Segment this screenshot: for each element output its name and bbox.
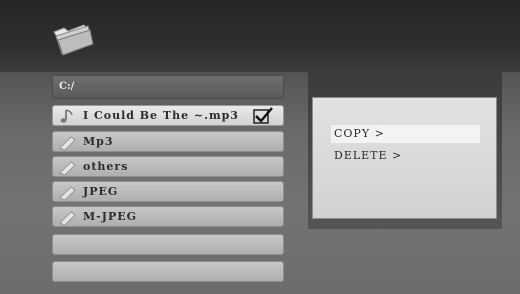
file-name: I Could Be The ~.mp3 [83, 109, 239, 122]
folder-row-others[interactable]: others [52, 156, 284, 177]
menu-item-copy[interactable]: COPY > [331, 125, 480, 143]
context-menu-panel: COPY > DELETE > [308, 72, 502, 229]
folder-icon [59, 211, 76, 226]
folder-row-mp3[interactable]: Mp3 [52, 131, 284, 152]
folder-name: others [83, 160, 129, 173]
checkmark-icon [253, 107, 273, 124]
folder-row-m-jpeg[interactable]: M-JPEG [52, 206, 284, 227]
folder-name: M-JPEG [83, 210, 137, 223]
folder-name: Mp3 [83, 135, 114, 148]
folder-row-jpeg[interactable]: JPEG [52, 181, 284, 202]
music-note-icon [60, 109, 73, 123]
folder-icon [53, 24, 94, 56]
file-browser: C:/ I Could Be The ~.mp3 Mp3 others JPEG [52, 75, 284, 285]
folder-icon [59, 186, 76, 201]
folder-name: JPEG [83, 185, 119, 198]
folder-icon [59, 136, 76, 151]
folder-icon [59, 161, 76, 176]
empty-row [52, 261, 284, 282]
empty-row [52, 234, 284, 255]
current-path: C:/ [52, 75, 284, 99]
context-menu: COPY > DELETE > [312, 97, 497, 219]
file-row-selected[interactable]: I Could Be The ~.mp3 [52, 105, 284, 126]
menu-item-delete[interactable]: DELETE > [331, 147, 480, 165]
